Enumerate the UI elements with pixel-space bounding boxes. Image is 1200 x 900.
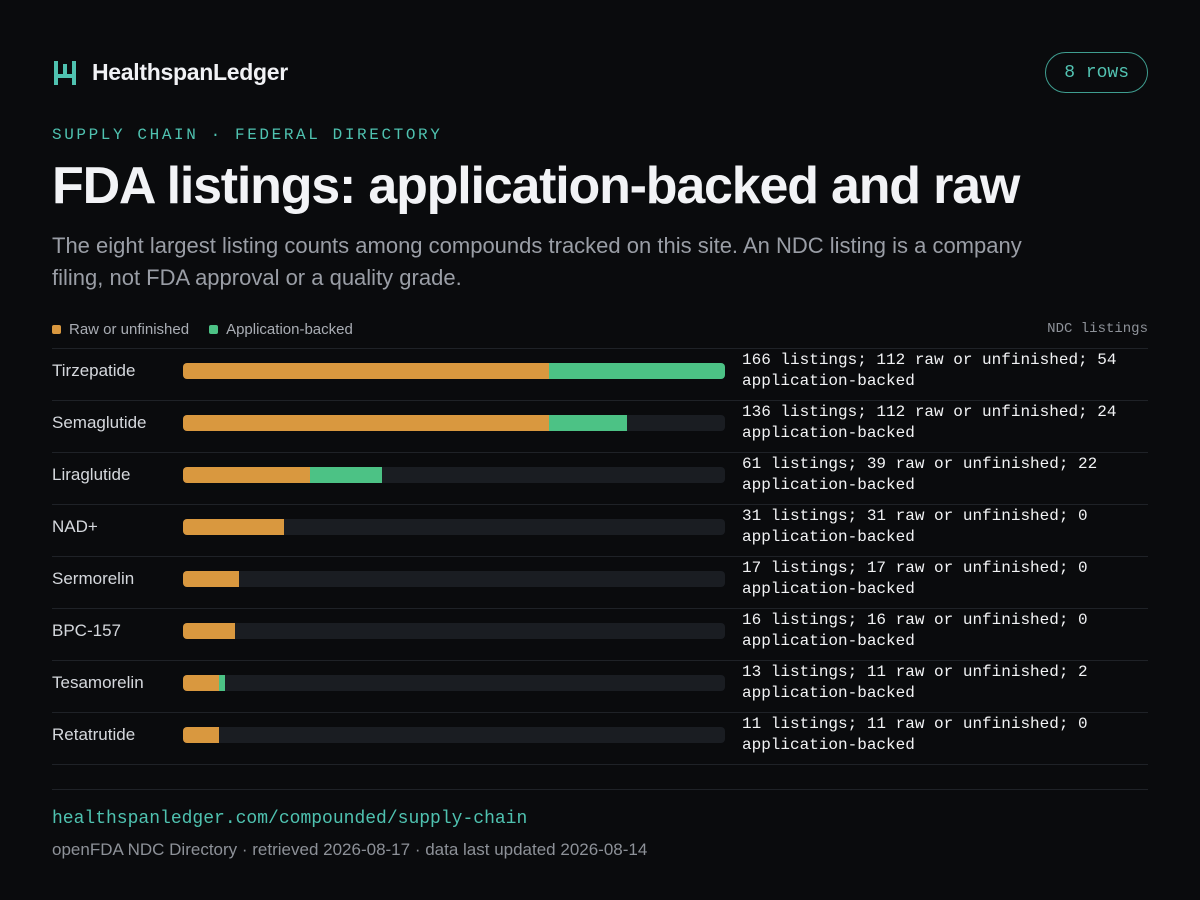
value-label: 166 listings; 112 raw or unfinished; 54 …	[742, 351, 1117, 390]
legend-swatch-raw	[52, 324, 61, 334]
bar-raw	[183, 571, 239, 587]
bar-track	[183, 467, 725, 483]
bar-raw	[183, 675, 219, 691]
chart-row: BPC-157 16 listings; 16 raw or unfinished…	[52, 609, 1148, 661]
chart-row: NAD+ 31 listings; 31 raw or unfinished; 0…	[52, 505, 1148, 557]
value-label: 31 listings; 31 raw or unfinished; 0 app…	[742, 507, 1088, 546]
chart-row: Tirzepatide 166 listings; 112 raw or unfi…	[52, 349, 1148, 401]
bar-track	[183, 415, 725, 431]
value-label: 11 listings; 11 raw or unfinished; 0 app…	[742, 715, 1088, 754]
bar-application-backed	[548, 415, 628, 431]
footer-source: openFDA NDC Directory · retrieved 2026-0…	[52, 840, 648, 859]
value-label: 13 listings; 11 raw or unfinished; 2 app…	[742, 663, 1088, 702]
row-count-badge: 8 rows	[1045, 52, 1148, 93]
legend-swatch-app	[209, 324, 219, 334]
category-label: Tirzepatide	[52, 361, 136, 380]
bar-track	[183, 675, 725, 691]
page-title: FDA listings: application-backed and raw	[52, 157, 1020, 215]
chart-row: Semaglutide 136 listings; 112 raw or unfi…	[52, 401, 1148, 453]
chart-row: Sermorelin 17 listings; 17 raw or unfinis…	[52, 557, 1148, 609]
chart-row: Tesamorelin 13 listings; 11 raw or unfini…	[52, 661, 1148, 713]
h-logo-icon	[54, 60, 76, 85]
value-label: 61 listings; 39 raw or unfinished; 22 ap…	[742, 455, 1098, 494]
footer: healthspanledger.com/compounded/supply-c…	[52, 789, 1148, 860]
page-subtitle: The eight largest listing counts among c…	[52, 233, 1022, 290]
bar-track	[183, 727, 725, 743]
value-label: 136 listings; 112 raw or unfinished; 24 …	[742, 403, 1117, 442]
bar-track	[183, 519, 725, 535]
brand[interactable]: HealthspanLedger	[52, 59, 288, 86]
category-label: Semaglutide	[52, 413, 147, 432]
category-label: Sermorelin	[52, 569, 135, 588]
bar-application-backed	[310, 467, 383, 483]
bar-application-backed	[548, 363, 725, 379]
header: HealthspanLedger 8 rows	[52, 52, 1148, 93]
footer-url[interactable]: healthspanledger.com/compounded/supply-c…	[52, 808, 1148, 830]
bar-track	[183, 571, 725, 587]
bar-raw	[183, 363, 549, 379]
legend-label-raw: Raw or unfinished	[69, 320, 190, 338]
chart-row: Retatrutide 11 listings; 11 raw or unfini…	[52, 713, 1148, 765]
chart-row: Liraglutide 61 listings; 39 raw or unfini…	[52, 453, 1148, 505]
category-label: Tesamorelin	[52, 673, 144, 692]
legend-item-raw: Raw or unfinished	[52, 321, 189, 338]
legend-item-app: Application-backed	[209, 321, 353, 338]
axis-note: NDC listings	[1047, 321, 1148, 337]
bar-application-backed	[218, 675, 226, 691]
category-label: NAD+	[52, 517, 98, 536]
brand-name: HealthspanLedger	[92, 59, 288, 85]
page: HealthspanLedger 8 rows SUPPLY CHAIN · F…	[52, 52, 1148, 860]
value-label: 17 listings; 17 raw or unfinished; 0 app…	[742, 559, 1088, 598]
bar-track	[183, 363, 725, 379]
category-label: Retatrutide	[52, 725, 136, 744]
bar-chart: Tirzepatide 166 listings; 112 raw or unfi…	[52, 348, 1148, 765]
bar-raw	[183, 727, 219, 743]
eyebrow: SUPPLY CHAIN · FEDERAL DIRECTORY	[52, 126, 443, 144]
bar-track	[183, 623, 725, 639]
chart-legend: Raw or unfinished Application-backed	[52, 321, 353, 338]
bar-raw	[183, 415, 549, 431]
bar-raw	[183, 519, 285, 535]
bar-raw	[183, 467, 311, 483]
legend-bar: Raw or unfinished Application-backed NDC…	[52, 320, 1148, 338]
category-label: Liraglutide	[52, 465, 131, 484]
category-label: BPC-157	[52, 621, 121, 640]
legend-label-app: Application-backed	[226, 320, 353, 338]
value-label: 16 listings; 16 raw or unfinished; 0 app…	[742, 611, 1088, 650]
bar-raw	[183, 623, 236, 639]
